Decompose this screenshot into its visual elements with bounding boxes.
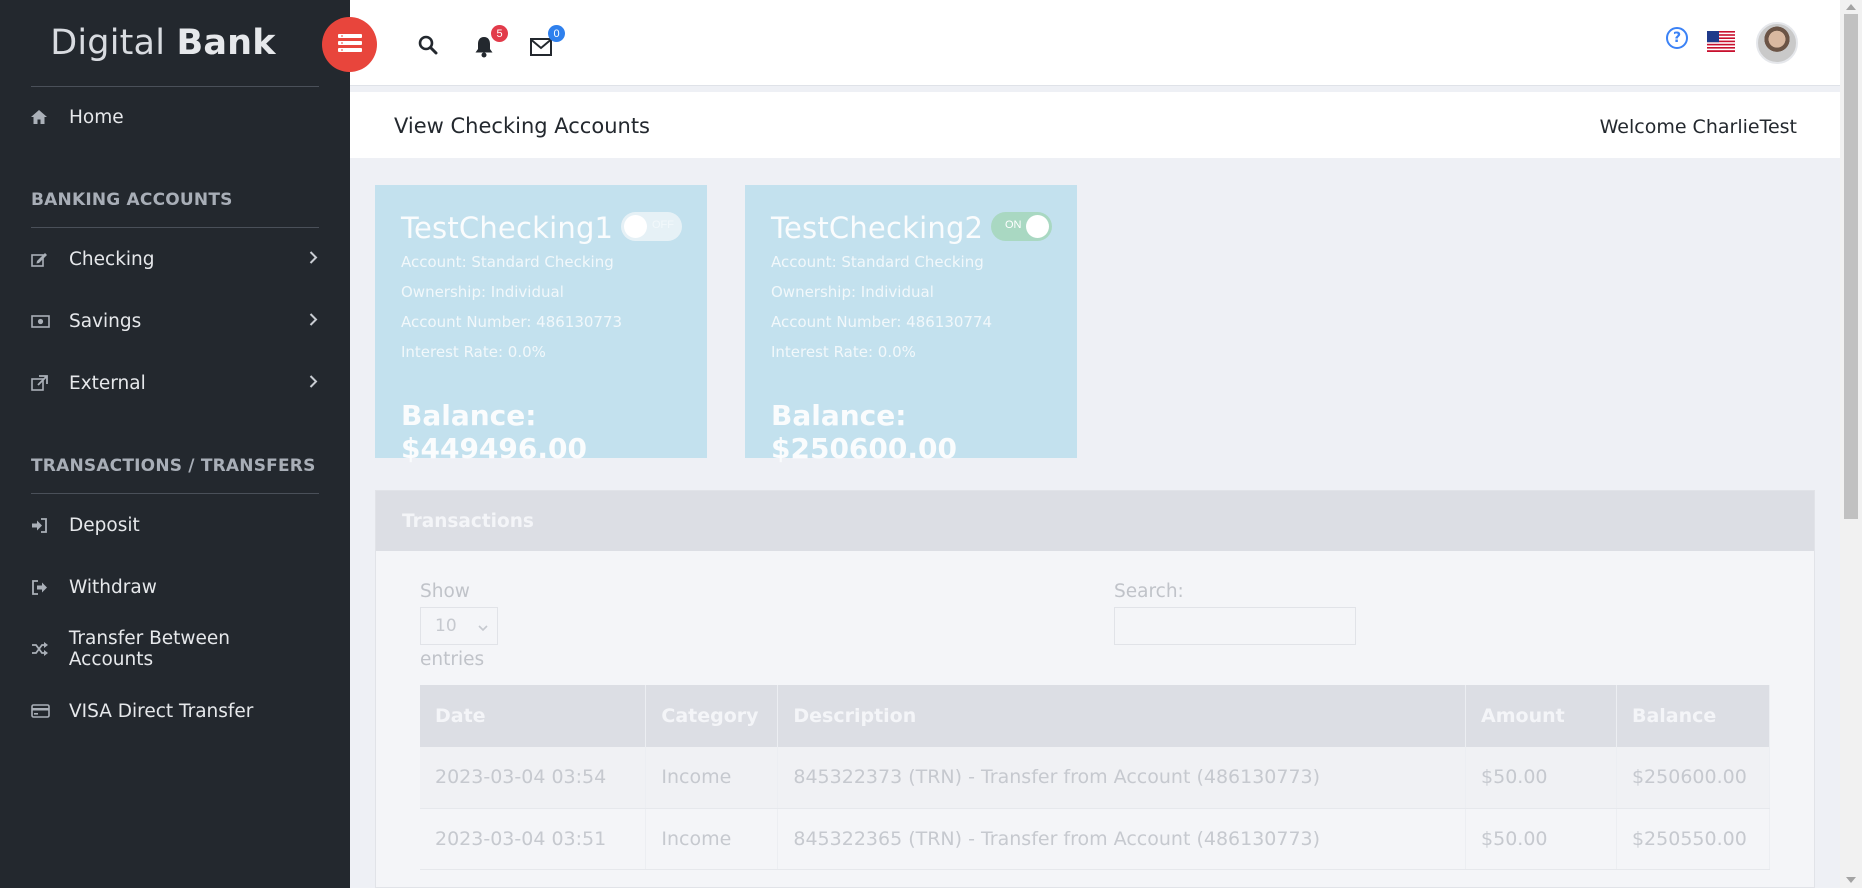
page-title: View Checking Accounts bbox=[394, 114, 650, 138]
scrollbar-thumb[interactable] bbox=[1844, 14, 1858, 519]
transactions-search-input[interactable] bbox=[1114, 607, 1356, 645]
user-avatar[interactable] bbox=[1756, 22, 1798, 64]
sidebar: Digital Bank Home BANKING ACCOUNTS Check… bbox=[0, 0, 350, 888]
transactions-table: Date Category Description Amount Balance… bbox=[420, 685, 1771, 870]
help-icon[interactable]: ? bbox=[1666, 27, 1688, 49]
cell-description: 845322365 (TRN) - Transfer from Account … bbox=[777, 808, 1467, 870]
toggle-label: OFF bbox=[652, 219, 674, 231]
page-title-bar: View Checking Accounts Welcome CharlieTe… bbox=[350, 92, 1840, 158]
us-flag-icon[interactable] bbox=[1707, 31, 1735, 52]
sidebar-item-label: Checking bbox=[69, 248, 155, 270]
toggle-label: ON bbox=[1005, 219, 1022, 231]
transactions-panel: Transactions Show 10 entries Search: Dat… bbox=[375, 490, 1815, 888]
scroll-up-arrow[interactable] bbox=[1846, 4, 1856, 10]
menu-toggle-button[interactable] bbox=[322, 17, 377, 72]
chevron-right-icon bbox=[309, 373, 318, 394]
column-header-description[interactable]: Description bbox=[777, 685, 1467, 747]
account-card-testchecking1[interactable]: TestChecking1 OFF Account: Standard Chec… bbox=[375, 185, 707, 465]
page-length-value: 10 bbox=[435, 616, 457, 636]
sidebar-item-label: Home bbox=[69, 106, 124, 128]
message-count-badge: 0 bbox=[548, 25, 565, 42]
account-ownership: Ownership: Individual bbox=[771, 283, 934, 301]
sidebar-item-label: Savings bbox=[69, 310, 142, 332]
account-number: Account Number: 486130774 bbox=[771, 313, 993, 331]
brand-logo[interactable]: Digital Bank bbox=[0, 0, 350, 86]
cell-date: 2023-03-04 03:54 bbox=[420, 747, 647, 809]
bell-icon[interactable]: 5 bbox=[474, 25, 508, 62]
envelope-icon[interactable]: 0 bbox=[530, 25, 565, 60]
sidebar-item-transfer[interactable]: Transfer Between Accounts bbox=[0, 618, 350, 680]
sidebar-item-label: Deposit bbox=[69, 514, 140, 536]
scroll-down-arrow[interactable] bbox=[1846, 877, 1856, 883]
account-active-toggle[interactable]: OFF bbox=[621, 212, 682, 241]
toggle-knob bbox=[1026, 215, 1049, 238]
cell-date: 2023-03-04 03:51 bbox=[420, 808, 647, 870]
brand-text: Digital Bank bbox=[50, 23, 276, 63]
external-link-icon bbox=[31, 375, 69, 391]
entries-label: entries bbox=[420, 649, 485, 670]
account-balance: Balance: $449496.00 bbox=[401, 399, 587, 465]
account-active-toggle[interactable]: ON bbox=[991, 212, 1052, 241]
edit-icon bbox=[31, 252, 69, 267]
home-icon bbox=[31, 110, 69, 124]
table-row: 2023-03-04 03:54 Income 845322373 (TRN) … bbox=[420, 747, 1771, 809]
welcome-text: Welcome CharlieTest bbox=[1599, 116, 1797, 138]
sidebar-item-external[interactable]: External bbox=[0, 352, 350, 414]
sidebar-item-home[interactable]: Home bbox=[0, 86, 350, 148]
cell-category: Income bbox=[645, 747, 779, 809]
account-interest-rate: Interest Rate: 0.0% bbox=[771, 343, 916, 361]
table-row: 2023-03-04 03:51 Income 845322365 (TRN) … bbox=[420, 808, 1771, 870]
column-header-amount[interactable]: Amount bbox=[1465, 685, 1617, 747]
page-length-select[interactable]: 10 bbox=[420, 607, 498, 645]
shuffle-icon bbox=[31, 642, 69, 656]
search-label: Search: bbox=[1114, 581, 1184, 602]
column-header-balance[interactable]: Balance bbox=[1616, 685, 1771, 747]
sign-in-icon bbox=[31, 517, 69, 533]
sidebar-item-deposit[interactable]: Deposit bbox=[0, 494, 350, 556]
cell-category: Income bbox=[645, 808, 779, 870]
cell-amount: $50.00 bbox=[1465, 747, 1617, 809]
sign-out-icon bbox=[31, 579, 69, 595]
table-header-row: Date Category Description Amount Balance bbox=[420, 685, 1771, 747]
account-card-testchecking2[interactable]: TestChecking2 ON Account: Standard Check… bbox=[745, 185, 1077, 465]
cell-description: 845322373 (TRN) - Transfer from Account … bbox=[777, 747, 1467, 809]
sidebar-item-withdraw[interactable]: Withdraw bbox=[0, 556, 350, 618]
column-header-date[interactable]: Date bbox=[420, 685, 647, 747]
top-header: 5 0 ? bbox=[350, 0, 1840, 86]
show-label: Show bbox=[420, 581, 470, 602]
sidebar-item-label: Transfer Between Accounts bbox=[68, 628, 231, 670]
chevron-right-icon bbox=[309, 311, 318, 332]
sidebar-item-label: Withdraw bbox=[69, 576, 157, 598]
sidebar-item-label: VISA Direct Transfer bbox=[69, 700, 254, 722]
page-scrollbar[interactable] bbox=[1840, 0, 1862, 888]
column-header-category[interactable]: Category bbox=[645, 685, 779, 747]
cell-balance: $250600.00 bbox=[1616, 747, 1771, 809]
section-title-transactions: TRANSACTIONS / TRANSFERS bbox=[31, 456, 316, 476]
chevron-right-icon bbox=[309, 249, 318, 270]
sidebar-item-label: External bbox=[69, 372, 146, 394]
account-number: Account Number: 486130773 bbox=[401, 313, 623, 331]
menu-icon bbox=[337, 33, 362, 57]
account-type: Account: Standard Checking bbox=[771, 253, 984, 271]
section-title-banking: BANKING ACCOUNTS bbox=[31, 190, 233, 210]
chevron-down-icon bbox=[477, 619, 489, 639]
sidebar-item-checking[interactable]: Checking bbox=[0, 228, 350, 290]
sidebar-item-visa[interactable]: VISA Direct Transfer bbox=[0, 680, 350, 742]
search-icon[interactable] bbox=[418, 35, 438, 59]
sidebar-item-savings[interactable]: Savings bbox=[0, 290, 350, 352]
notification-count-badge: 5 bbox=[491, 25, 508, 42]
account-balance: Balance: $250600.00 bbox=[771, 399, 957, 465]
cell-balance: $250550.00 bbox=[1616, 808, 1771, 870]
account-interest-rate: Interest Rate: 0.0% bbox=[401, 343, 546, 361]
cell-amount: $50.00 bbox=[1465, 808, 1617, 870]
money-icon bbox=[31, 314, 69, 328]
account-type: Account: Standard Checking bbox=[401, 253, 614, 271]
transactions-header: Transactions bbox=[376, 491, 1814, 551]
credit-card-icon bbox=[31, 704, 69, 718]
account-ownership: Ownership: Individual bbox=[401, 283, 564, 301]
toggle-knob bbox=[624, 215, 647, 238]
